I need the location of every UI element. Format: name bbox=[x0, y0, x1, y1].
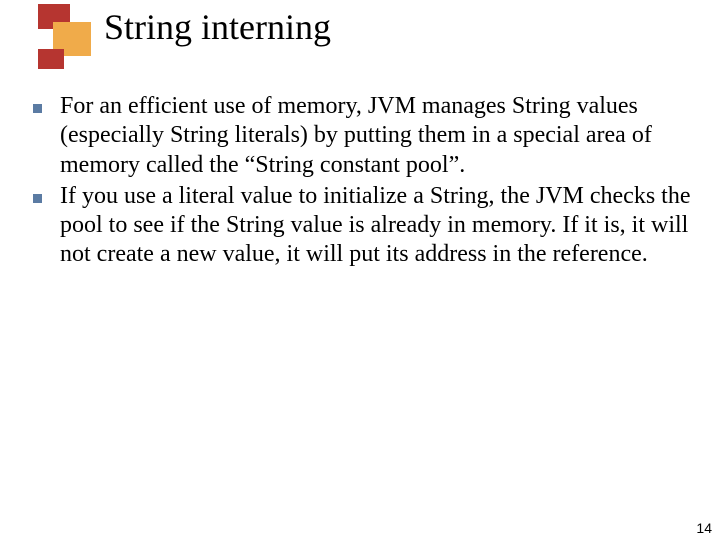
list-item: If you use a literal value to initialize… bbox=[33, 182, 693, 270]
page-number: 14 bbox=[696, 520, 712, 536]
square-bullet-icon bbox=[33, 194, 42, 203]
bullet-text: For an efficient use of memory, JVM mana… bbox=[60, 92, 693, 180]
deco-square-red-bottom bbox=[38, 49, 64, 69]
list-item: For an efficient use of memory, JVM mana… bbox=[33, 92, 693, 180]
bullet-text: If you use a literal value to initialize… bbox=[60, 182, 693, 270]
title-underline bbox=[0, 54, 720, 57]
slide-body: For an efficient use of memory, JVM mana… bbox=[33, 92, 693, 272]
square-bullet-icon bbox=[33, 104, 42, 113]
slide: String interning For an efficient use of… bbox=[0, 0, 720, 540]
slide-title: String interning bbox=[104, 8, 331, 48]
